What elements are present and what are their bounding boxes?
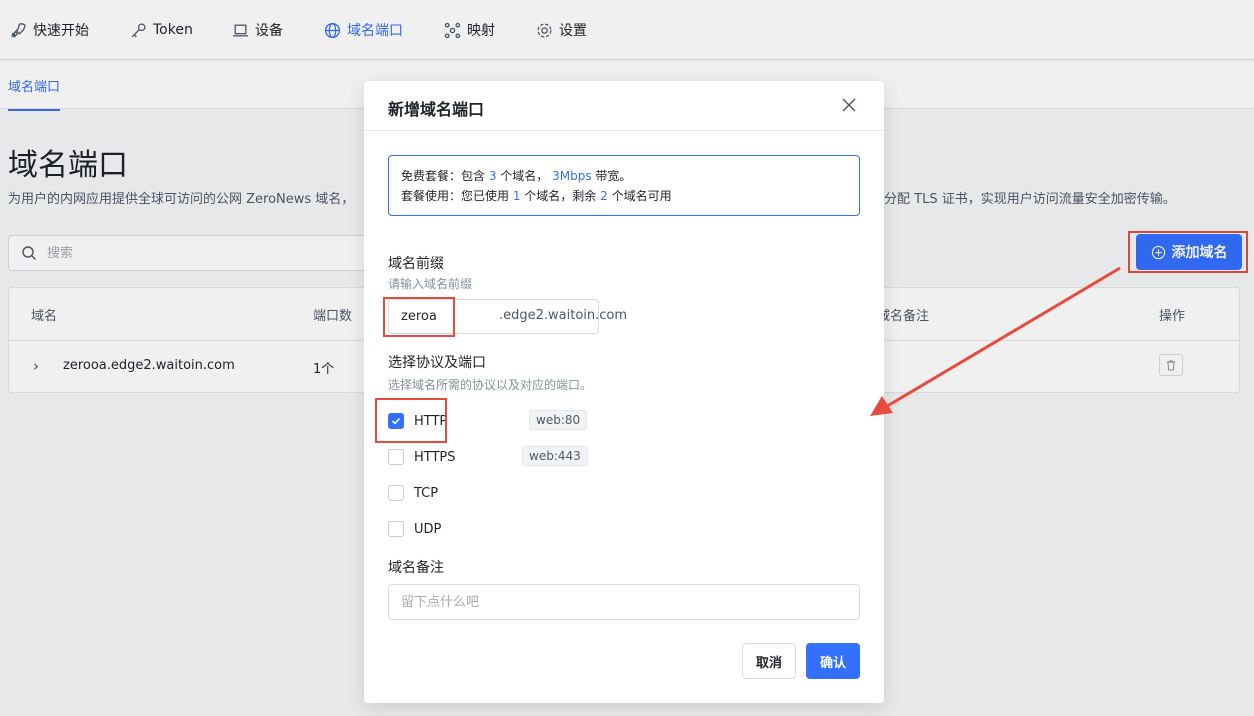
udp-label: UDP bbox=[414, 521, 442, 537]
protocol-label: 选择协议及端口 bbox=[388, 355, 486, 371]
modal-header: 新增域名端口 bbox=[364, 81, 884, 131]
prefix-hint: 请输入域名前缀 bbox=[388, 277, 473, 291]
plan-text: 个域名，剩余 bbox=[520, 189, 601, 203]
tcp-checkbox[interactable] bbox=[388, 485, 404, 501]
protocol-option-udp[interactable]: UDP bbox=[388, 519, 441, 539]
plan-line-quota: 免费套餐：包含 3 个域名， 3Mbps 带宽。 bbox=[401, 166, 847, 186]
add-domain-modal: 新增域名端口 免费套餐：包含 3 个域名， 3Mbps 带宽。 套餐使用：您已使… bbox=[364, 81, 884, 703]
plan-text: 个域名可用 bbox=[607, 189, 672, 203]
plan-info-box: 免费套餐：包含 3 个域名， 3Mbps 带宽。 套餐使用：您已使用 1 个域名… bbox=[388, 155, 860, 216]
domain-suffix: .edge2.waitoin.com bbox=[499, 308, 628, 323]
protocol-hint: 选择域名所需的协议以及对应的端口。 bbox=[388, 378, 593, 392]
plan-text: 免费套餐：包含 bbox=[401, 169, 489, 183]
close-icon[interactable] bbox=[840, 96, 858, 114]
plan-remaining-count: 2 bbox=[600, 189, 608, 203]
annotation-box-prefix bbox=[383, 297, 455, 337]
https-checkbox[interactable] bbox=[388, 449, 404, 465]
confirm-button[interactable]: 确认 bbox=[806, 643, 860, 679]
udp-checkbox[interactable] bbox=[388, 521, 404, 537]
protocol-option-tcp[interactable]: TCP bbox=[388, 483, 438, 503]
tcp-label: TCP bbox=[414, 485, 439, 501]
plan-bandwidth: 3Mbps bbox=[552, 169, 592, 183]
domain-note-input[interactable] bbox=[388, 584, 860, 620]
http-port-tag: web:80 bbox=[529, 410, 588, 430]
modal-title: 新增域名端口 bbox=[388, 100, 485, 119]
plan-text: 套餐使用：您已使用 bbox=[401, 189, 513, 203]
annotation-box-http bbox=[375, 398, 447, 443]
plan-text: 带宽。 bbox=[591, 169, 632, 183]
https-label: HTTPS bbox=[414, 449, 456, 465]
protocol-option-https[interactable]: HTTPS bbox=[388, 447, 456, 467]
https-port-tag: web:443 bbox=[522, 446, 588, 466]
cancel-button[interactable]: 取消 bbox=[742, 643, 796, 679]
prefix-label: 域名前缀 bbox=[388, 256, 444, 272]
plan-line-usage: 套餐使用：您已使用 1 个域名，剩余 2 个域名可用 bbox=[401, 186, 847, 206]
note-label: 域名备注 bbox=[388, 560, 444, 576]
plan-text: 个域名， bbox=[496, 169, 553, 183]
